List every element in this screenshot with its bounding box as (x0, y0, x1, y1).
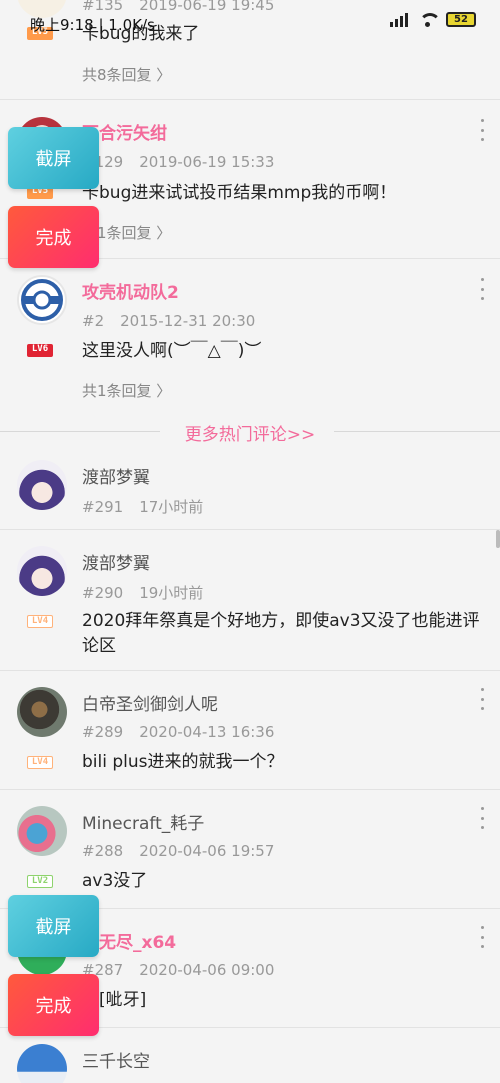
more-hot-comments[interactable]: 更多热门评论>> (0, 420, 500, 445)
floor-number: #288 (82, 842, 124, 860)
comment-text: 卡bug进来试试投币结果mmp我的币啊！ (82, 183, 397, 203)
comment-meta: #2 2015-12-31 20:30 (82, 312, 255, 330)
level-badge: LV4 (27, 756, 53, 769)
done-button[interactable]: 完成 (8, 206, 99, 268)
replies-link[interactable]: 共1条回复 〉 (82, 380, 171, 401)
status-icons: 52 (390, 12, 476, 27)
comment-time: 2020-04-06 09:00 (139, 961, 275, 979)
floor-number: #2 (82, 312, 105, 330)
signal-icon (390, 12, 408, 27)
comment-text: 古[呲牙] (82, 990, 147, 1010)
more-options-icon[interactable] (478, 278, 486, 300)
comment-time: 2015-12-31 20:30 (120, 312, 256, 330)
laughing-man-icon (21, 279, 63, 321)
comment-text: 2020拜年祭真是个好地方，即使av3又没了也能进评论区 (82, 611, 480, 656)
username[interactable]: 攻壳机动队2 (82, 278, 179, 303)
comment-item[interactable]: 白帝圣剑御剑人呢 #289 2020-04-13 16:36 LV4 bili p… (0, 672, 500, 790)
done-button[interactable]: 完成 (8, 974, 99, 1036)
status-time: 晚上9:18 | 1.0K/s (30, 16, 155, 34)
username[interactable]: 白帝圣剑御剑人呢 (82, 690, 218, 715)
avatar[interactable] (17, 275, 67, 325)
comment-text: bili plus进来的就我一个？ (82, 752, 284, 772)
comment-time: 17小时前 (139, 498, 204, 516)
comment-item[interactable]: Minecraft_耗子 #288 2020-04-06 19:57 LV2 av… (0, 791, 500, 909)
comment-text: 这里没人啊(︶￣△￣)︶ (82, 341, 262, 361)
avatar[interactable] (17, 806, 67, 856)
comment-time: 19小时前 (139, 584, 204, 602)
replies-link[interactable]: 共8条回复 〉 (82, 64, 171, 85)
comment-item[interactable]: 渡部梦翼 #290 19小时前 LV4 2020拜年祭真是个好地方，即使av3又没… (0, 531, 500, 671)
status-bar: 晚上9:18 | 1.0K/s 52 (0, 0, 500, 44)
comment-text: av3没了 (82, 871, 148, 891)
comment-item[interactable]: 攻壳机动队2 #2 2015-12-31 20:30 LV6 这里没人啊(︶￣△￣… (0, 260, 500, 417)
avatar[interactable] (17, 460, 67, 510)
more-options-icon[interactable] (478, 926, 486, 948)
more-options-icon[interactable] (478, 119, 486, 141)
level-badge: LV6 (27, 344, 53, 357)
avatar[interactable] (17, 687, 67, 737)
floor-number: #290 (82, 584, 124, 602)
comment-item[interactable]: 三千长空 (0, 1029, 500, 1083)
comment-time: 2019-06-19 15:33 (139, 153, 275, 171)
comment-time: 2020-04-06 19:57 (139, 842, 275, 860)
more-options-icon[interactable] (478, 688, 486, 710)
avatar[interactable] (17, 546, 67, 596)
floor-number: #291 (82, 498, 124, 516)
more-options-icon[interactable] (478, 807, 486, 829)
level-badge: LV4 (27, 615, 53, 628)
comment-meta: #129 2019-06-19 15:33 (82, 153, 274, 171)
floor-number: #289 (82, 723, 124, 741)
comment-time: 2020-04-13 16:36 (139, 723, 275, 741)
avatar[interactable] (17, 1044, 67, 1083)
comment-meta: #289 2020-04-13 16:36 (82, 723, 274, 741)
username[interactable]: 渡部梦翼 (82, 549, 150, 574)
battery-icon: 52 (446, 12, 476, 27)
comment-meta: #287 2020-04-06 09:00 (82, 961, 274, 979)
scrollbar-thumb[interactable] (496, 530, 500, 548)
comment-meta: #291 17小时前 (82, 496, 203, 517)
comment-meta: #288 2020-04-06 19:57 (82, 842, 274, 860)
username[interactable]: 三千长空 (82, 1047, 150, 1072)
comment-item[interactable]: 渡部梦翼 #291 17小时前 (0, 445, 500, 530)
screenshot-button[interactable]: 截屏 (8, 895, 99, 957)
level-badge: LV2 (27, 875, 53, 888)
screenshot-button[interactable]: 截屏 (8, 127, 99, 189)
more-hot-comments-link[interactable]: 更多热门评论>> (0, 420, 500, 445)
username[interactable]: 渡部梦翼 (82, 463, 150, 488)
comment-meta: #290 19小时前 (82, 582, 203, 603)
username[interactable]: Minecraft_耗子 (82, 809, 204, 834)
wifi-icon (418, 12, 441, 27)
